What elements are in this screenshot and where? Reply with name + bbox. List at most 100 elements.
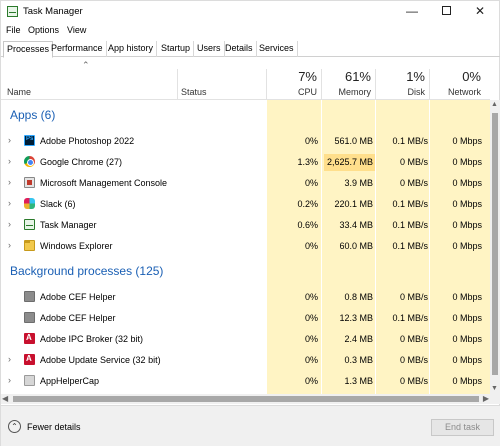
table-row[interactable]: › Adobe Update Service (32 bit) 0% 0.3 M… (1, 350, 490, 371)
disk-value: 0 MB/s (399, 178, 428, 188)
table-row[interactable]: › Microsoft Management Console 0% 3.9 MB… (1, 173, 490, 194)
tab-details[interactable]: Details (222, 41, 257, 57)
tab-users[interactable]: Users (194, 41, 225, 57)
tab-startup[interactable]: Startup (158, 41, 195, 57)
scrollbar-corner (490, 394, 500, 404)
memory-percent: 61% (344, 69, 371, 84)
task-manager-icon (24, 219, 35, 230)
close-button[interactable]: ✕ (465, 1, 495, 21)
table-row[interactable]: Adobe CEF Helper 0% 0.8 MB 0 MB/s 0 Mbps (1, 287, 490, 308)
menu-file[interactable]: File (6, 25, 21, 35)
cpu-value: 0% (304, 334, 318, 344)
column-disk[interactable]: Disk (375, 87, 426, 97)
menu-view[interactable]: View (67, 25, 86, 35)
disk-value: 0.1 MB/s (392, 199, 428, 209)
disk-value: 0.1 MB/s (392, 220, 428, 230)
memory-value: 561.0 MB (334, 136, 373, 146)
table-row[interactable]: › Windows Explorer 0% 60.0 MB 0.1 MB/s 0… (1, 236, 490, 257)
chevron-right-icon[interactable]: › (8, 219, 11, 229)
process-name: Adobe Update Service (32 bit) (40, 355, 161, 365)
chevron-right-icon[interactable]: › (8, 375, 11, 385)
process-name: Microsoft Management Console (40, 178, 168, 188)
tab-strip: Processes Performance App history Startu… (1, 41, 500, 58)
scroll-left-icon[interactable]: ◀ (2, 394, 8, 403)
minimize-button[interactable]: — (397, 1, 427, 21)
process-name: Adobe CEF Helper (40, 292, 116, 302)
process-list: Apps (6) › Adobe Photoshop 2022 0% 561.0… (1, 100, 490, 394)
cpu-value: 0% (304, 241, 318, 251)
memory-value: 3.9 MB (344, 178, 373, 188)
chevron-right-icon[interactable]: › (8, 240, 11, 250)
network-value: 0 Mbps (452, 292, 482, 302)
memory-value: 12.3 MB (339, 313, 373, 323)
memory-value: 2.4 MB (344, 334, 373, 344)
table-row[interactable]: › Google Chrome (27) 1.3% 2,625.7 MB 0 M… (1, 152, 490, 173)
mmc-icon (24, 177, 35, 188)
end-task-button[interactable]: End task (431, 419, 494, 436)
process-name: AppHelperCap (40, 376, 100, 386)
chevron-right-icon[interactable]: › (8, 177, 11, 187)
chevron-right-icon[interactable]: › (8, 198, 11, 208)
menu-options[interactable]: Options (28, 25, 59, 35)
chevron-right-icon[interactable]: › (8, 156, 11, 166)
network-value: 0 Mbps (452, 376, 482, 386)
memory-value: 1.3 MB (344, 376, 373, 386)
vertical-scroll-thumb[interactable] (492, 113, 498, 375)
group-header-apps: Apps (6) (1, 108, 490, 129)
group-title-background: Background processes (125) (10, 264, 164, 278)
group-title-apps: Apps (6) (10, 108, 56, 122)
network-value: 0 Mbps (452, 241, 482, 251)
cpu-value: 0% (304, 355, 318, 365)
column-cpu[interactable]: CPU (267, 87, 317, 97)
table-row[interactable]: › Task Manager 0.6% 33.4 MB 0.1 MB/s 0 M… (1, 215, 490, 236)
cpu-value: 0% (304, 313, 318, 323)
chevron-up-icon[interactable]: ⌃ (8, 420, 21, 433)
memory-value: 0.8 MB (344, 292, 373, 302)
memory-value: 2,625.7 MB (326, 157, 373, 167)
column-network[interactable]: Network (431, 87, 481, 97)
cpu-value: 0.2% (297, 199, 318, 209)
column-divider[interactable] (177, 69, 178, 100)
column-divider[interactable] (429, 69, 430, 100)
task-manager-icon (7, 6, 18, 17)
column-name[interactable]: Name (7, 87, 31, 97)
disk-value: 0 MB/s (399, 157, 428, 167)
tab-processes[interactable]: Processes (3, 41, 54, 58)
cpu-value: 0.6% (297, 220, 318, 230)
disk-value: 0.1 MB/s (392, 136, 428, 146)
column-status[interactable]: Status (181, 87, 207, 97)
horizontal-scroll-thumb[interactable] (13, 396, 479, 402)
sort-up-icon[interactable]: ⌃ (82, 60, 90, 71)
tab-services[interactable]: Services (256, 41, 298, 57)
network-value: 0 Mbps (452, 157, 482, 167)
vertical-scrollbar[interactable]: ▲ ▼ (490, 100, 500, 394)
tab-performance[interactable]: Performance (48, 41, 107, 57)
table-row[interactable]: › Slack (6) 0.2% 220.1 MB 0.1 MB/s 0 Mbp… (1, 194, 490, 215)
chevron-right-icon[interactable]: › (8, 354, 11, 364)
explorer-icon (24, 240, 35, 251)
table-row[interactable]: › Adobe Photoshop 2022 0% 561.0 MB 0.1 M… (1, 131, 490, 152)
table-row[interactable]: Adobe CEF Helper 0% 12.3 MB 0.1 MB/s 0 M… (1, 308, 490, 329)
tab-app-history[interactable]: App history (105, 41, 158, 57)
process-name: Adobe Photoshop 2022 (40, 136, 135, 146)
table-row[interactable]: Adobe IPC Broker (32 bit) 0% 2.4 MB 0 MB… (1, 329, 490, 350)
process-name: Windows Explorer (40, 241, 113, 251)
fewer-details-link[interactable]: Fewer details (27, 422, 81, 432)
memory-value: 60.0 MB (339, 241, 373, 251)
network-value: 0 Mbps (452, 355, 482, 365)
column-memory[interactable]: Memory (321, 87, 371, 97)
network-value: 0 Mbps (452, 334, 482, 344)
scroll-up-icon[interactable]: ▲ (491, 101, 498, 108)
disk-value: 0.1 MB/s (392, 313, 428, 323)
horizontal-scrollbar[interactable]: ◀ ▶ (1, 394, 490, 404)
cpu-percent: 7% (298, 69, 317, 84)
scroll-right-icon[interactable]: ▶ (483, 394, 489, 403)
memory-value: 0.3 MB (344, 355, 373, 365)
adobe-update-icon (24, 354, 35, 365)
chevron-right-icon[interactable]: › (8, 135, 11, 145)
maximize-button[interactable] (431, 1, 461, 21)
table-row[interactable]: › AppHelperCap 0% 1.3 MB 0 MB/s 0 Mbps (1, 371, 490, 392)
network-value: 0 Mbps (452, 313, 482, 323)
window-title: Task Manager (23, 6, 83, 17)
scroll-down-icon[interactable]: ▼ (491, 385, 498, 392)
